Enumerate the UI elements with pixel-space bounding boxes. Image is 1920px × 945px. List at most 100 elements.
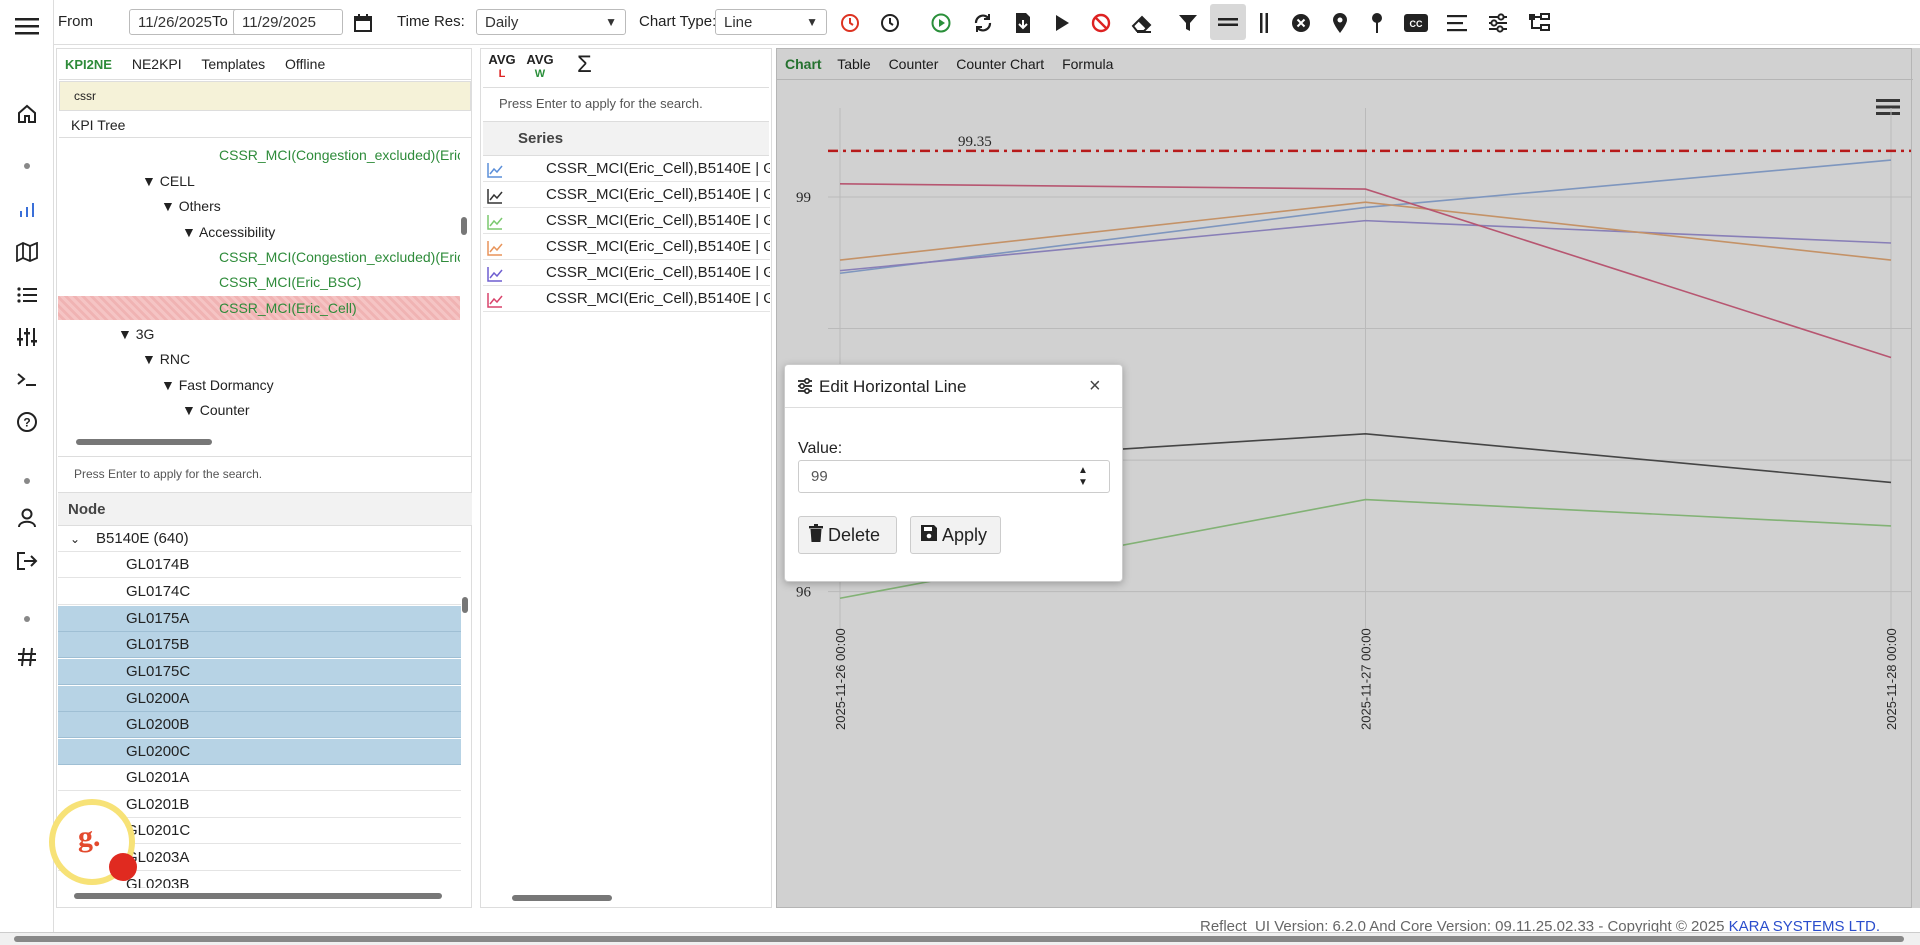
vertical-line-icon[interactable] [1251,10,1277,36]
horizontal-line-icon[interactable] [1210,4,1246,40]
list-item-selected[interactable]: GL0200A [58,686,461,712]
node-scrollbar-thumb[interactable] [462,597,468,613]
user-icon[interactable] [13,504,41,532]
value-input[interactable]: 99 [798,460,1110,493]
chart-bars-icon[interactable] [13,196,41,224]
tab-templates[interactable]: Templates [201,56,265,72]
divider [58,456,472,457]
tree-scrollbar-thumb[interactable] [461,217,467,235]
node-scrollbar-h[interactable] [74,893,442,899]
tree-item[interactable]: CSSR_MCI(Congestion_excluded)(Eric [219,143,460,167]
sliders-icon[interactable] [13,323,41,351]
avg-w-button[interactable]: AVG W [525,53,555,81]
chevron-down-icon: ▼ [605,15,617,29]
avg-l-button[interactable]: AVG L [487,53,517,81]
refresh-icon[interactable] [970,10,996,36]
play-icon[interactable] [1049,10,1075,36]
list-item-selected[interactable]: GL0200B [58,712,461,738]
hamburger-menu-icon[interactable] [13,12,41,40]
page-scrollbar-thumb[interactable] [14,936,1904,942]
map-icon[interactable] [13,238,41,266]
tab-ne2kpi[interactable]: NE2KPI [132,56,182,72]
series-row[interactable]: CSSR_MCI(Eric_Cell),B5140E | GL [483,156,770,182]
map-pin-icon[interactable] [1327,10,1353,36]
tree-item-counter[interactable]: ▼ Counter [182,398,250,422]
list-item-selected[interactable]: GL0175C [58,659,461,685]
to-date-input[interactable]: 11/29/2025 [233,9,343,35]
tree-item-fast-dormancy[interactable]: ▼ Fast Dormancy [161,373,274,397]
export-file-icon[interactable] [1010,10,1036,36]
series-scrollbar-h[interactable] [512,895,612,901]
apply-label: Apply [942,524,988,545]
closed-caption-icon[interactable]: CC [1403,10,1429,36]
tree-item-accessibility[interactable]: ▼ Accessibility [182,220,275,244]
chevron-down-icon: ▼ [806,15,818,29]
series-row[interactable]: CSSR_MCI(Eric_Cell),B5140E | GL [483,234,770,260]
avatar-badge[interactable]: g. [49,799,137,885]
list-item-selected[interactable]: GL0175B [58,632,461,658]
settings-sliders-icon[interactable] [1485,10,1511,36]
tree-item-selected[interactable]: CSSR_MCI(Eric_Cell) [219,296,357,320]
delete-button[interactable]: Delete [798,516,897,554]
notification-dot [109,853,137,881]
sigma-button[interactable]: Σ [577,51,592,79]
list-item-selected[interactable]: GL0200C [58,739,461,765]
chart-type-value: Line [724,14,753,31]
close-icon[interactable]: × [1089,375,1101,398]
stop-icon[interactable] [1088,10,1114,36]
series-label: CSSR_MCI(Eric_Cell),B5140E | GL [546,160,770,177]
avg-w-sub: W [534,68,546,80]
calendar-icon[interactable] [350,10,376,36]
list-item-selected[interactable]: GL0175A [58,606,461,632]
help-icon[interactable]: ? [13,408,41,436]
series-row[interactable]: CSSR_MCI(Eric_Cell),B5140E | GL [483,286,770,312]
eraser-icon[interactable] [1129,10,1155,36]
filter-icon[interactable] [1175,10,1201,36]
node-search-input[interactable]: Press Enter to apply for the search. [74,467,262,481]
series-search-input[interactable]: Press Enter to apply for the search. [499,96,703,111]
tab-offline[interactable]: Offline [285,56,325,72]
tree-item-rnc[interactable]: ▼ RNC [142,347,190,371]
list-icon[interactable] [13,281,41,309]
divider [785,407,1122,408]
node-group[interactable]: ⌄ B5140E (640) [58,526,461,552]
series-label: CSSR_MCI(Eric_Cell),B5140E | GL [546,238,770,255]
tree-item-cell[interactable]: ▼ CELL [142,169,195,193]
series-row[interactable]: CSSR_MCI(Eric_Cell),B5140E | GL [483,208,770,234]
play-circle-icon[interactable] [928,10,954,36]
tree-scrollbar-h[interactable] [76,439,212,445]
time-res-select[interactable]: Daily ▼ [476,9,626,35]
tab-kpi2ne[interactable]: KPI2NE [65,57,112,72]
line-chart-icon [487,187,503,204]
series-row[interactable]: CSSR_MCI(Eric_Cell),B5140E | GL [483,182,770,208]
hash-icon[interactable] [13,643,41,671]
list-item[interactable]: GL0201A [58,765,461,791]
apply-button[interactable]: Apply [910,516,1001,554]
page-scrollbar-h[interactable] [0,932,1920,945]
home-icon[interactable] [13,100,41,128]
number-stepper-icon[interactable]: ▲ ▼ [1078,465,1088,489]
series-row[interactable]: CSSR_MCI(Eric_Cell),B5140E | GL [483,260,770,286]
kpi-tree-label: KPI Tree [71,117,126,133]
line-chart-icon [487,291,503,308]
list-item[interactable]: GL0174C [58,579,461,605]
terminal-icon[interactable] [13,366,41,394]
kpi-tree: CSSR_MCI(Congestion_excluded)(Eric ▼ CEL… [58,139,460,435]
list-item[interactable]: GL0174B [58,552,461,578]
hierarchy-icon[interactable] [1526,10,1552,36]
history-icon[interactable] [877,10,903,36]
logout-icon[interactable] [13,547,41,575]
series-header: Series [483,122,769,156]
kpi-search-input[interactable]: cssr [59,81,471,111]
align-lines-icon[interactable] [1444,10,1470,36]
close-circle-icon[interactable] [1288,10,1314,36]
tree-item-3g[interactable]: ▼ 3G [118,322,154,346]
tree-item-others[interactable]: ▼ Others [161,194,221,218]
history-red-icon[interactable] [837,10,863,36]
value-label: Value: [798,440,843,457]
left-nav: ? [0,0,54,945]
chart-type-select[interactable]: Line ▼ [715,9,827,35]
tree-item[interactable]: CSSR_MCI(Eric_BSC) [219,270,361,294]
tree-item[interactable]: CSSR_MCI(Congestion_excluded)(Eric [219,245,460,269]
pin-icon[interactable] [1364,10,1390,36]
